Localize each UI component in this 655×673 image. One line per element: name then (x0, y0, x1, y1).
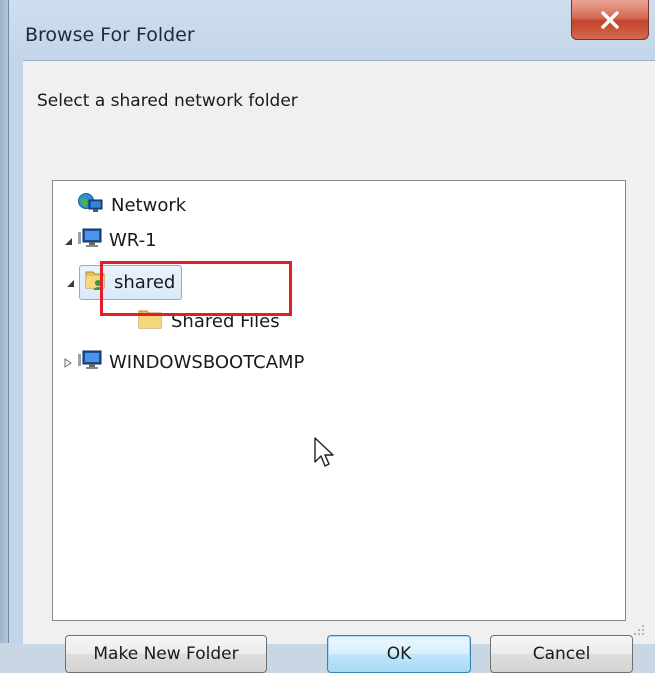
tree-item-network[interactable]: Network (77, 192, 186, 219)
selected-item[interactable]: shared (79, 265, 183, 300)
cancel-button[interactable]: Cancel (490, 635, 633, 673)
make-new-folder-button[interactable]: Make New Folder (65, 635, 267, 673)
browse-for-folder-dialog: Browse For Folder Select a shared networ… (8, 0, 655, 673)
tree-item-windowsbootcamp[interactable]: WINDOWSBOOTCAMP (61, 349, 304, 376)
tree-item-label: shared (114, 272, 176, 293)
tree-item-shared[interactable]: shared (67, 265, 183, 300)
close-icon (601, 10, 619, 29)
computer-icon (77, 227, 103, 254)
collapsed-triangle-icon[interactable] (61, 356, 75, 370)
tree-item-label: Network (111, 195, 187, 216)
tree-item-label: WINDOWSBOOTCAMP (109, 352, 305, 373)
expanded-triangle-icon[interactable] (63, 276, 77, 290)
tree-item-label: WR-1 (109, 230, 157, 251)
instruction-label: Select a shared network folder (37, 91, 298, 111)
ok-button[interactable]: OK (327, 635, 471, 673)
mouse-pointer-icon (313, 436, 337, 474)
folder-tree[interactable]: Network WR-1 shared Shared Files WINDOWS… (52, 180, 626, 621)
computer-icon (77, 349, 103, 376)
dialog-client-area: Select a shared network folder Network W… (23, 60, 655, 673)
expanded-triangle-icon[interactable] (61, 234, 75, 248)
tree-item-label: Shared Files (171, 311, 280, 332)
resize-grip-icon[interactable] (630, 622, 646, 642)
shared-folder-icon (84, 268, 108, 297)
network-globe-icon (77, 192, 105, 219)
tree-item-shared-files[interactable]: Shared Files (137, 307, 280, 336)
close-button[interactable] (571, 0, 649, 40)
dialog-title: Browse For Folder (25, 24, 195, 46)
tree-item-wr-1[interactable]: WR-1 (61, 227, 157, 254)
folder-icon (137, 307, 165, 336)
